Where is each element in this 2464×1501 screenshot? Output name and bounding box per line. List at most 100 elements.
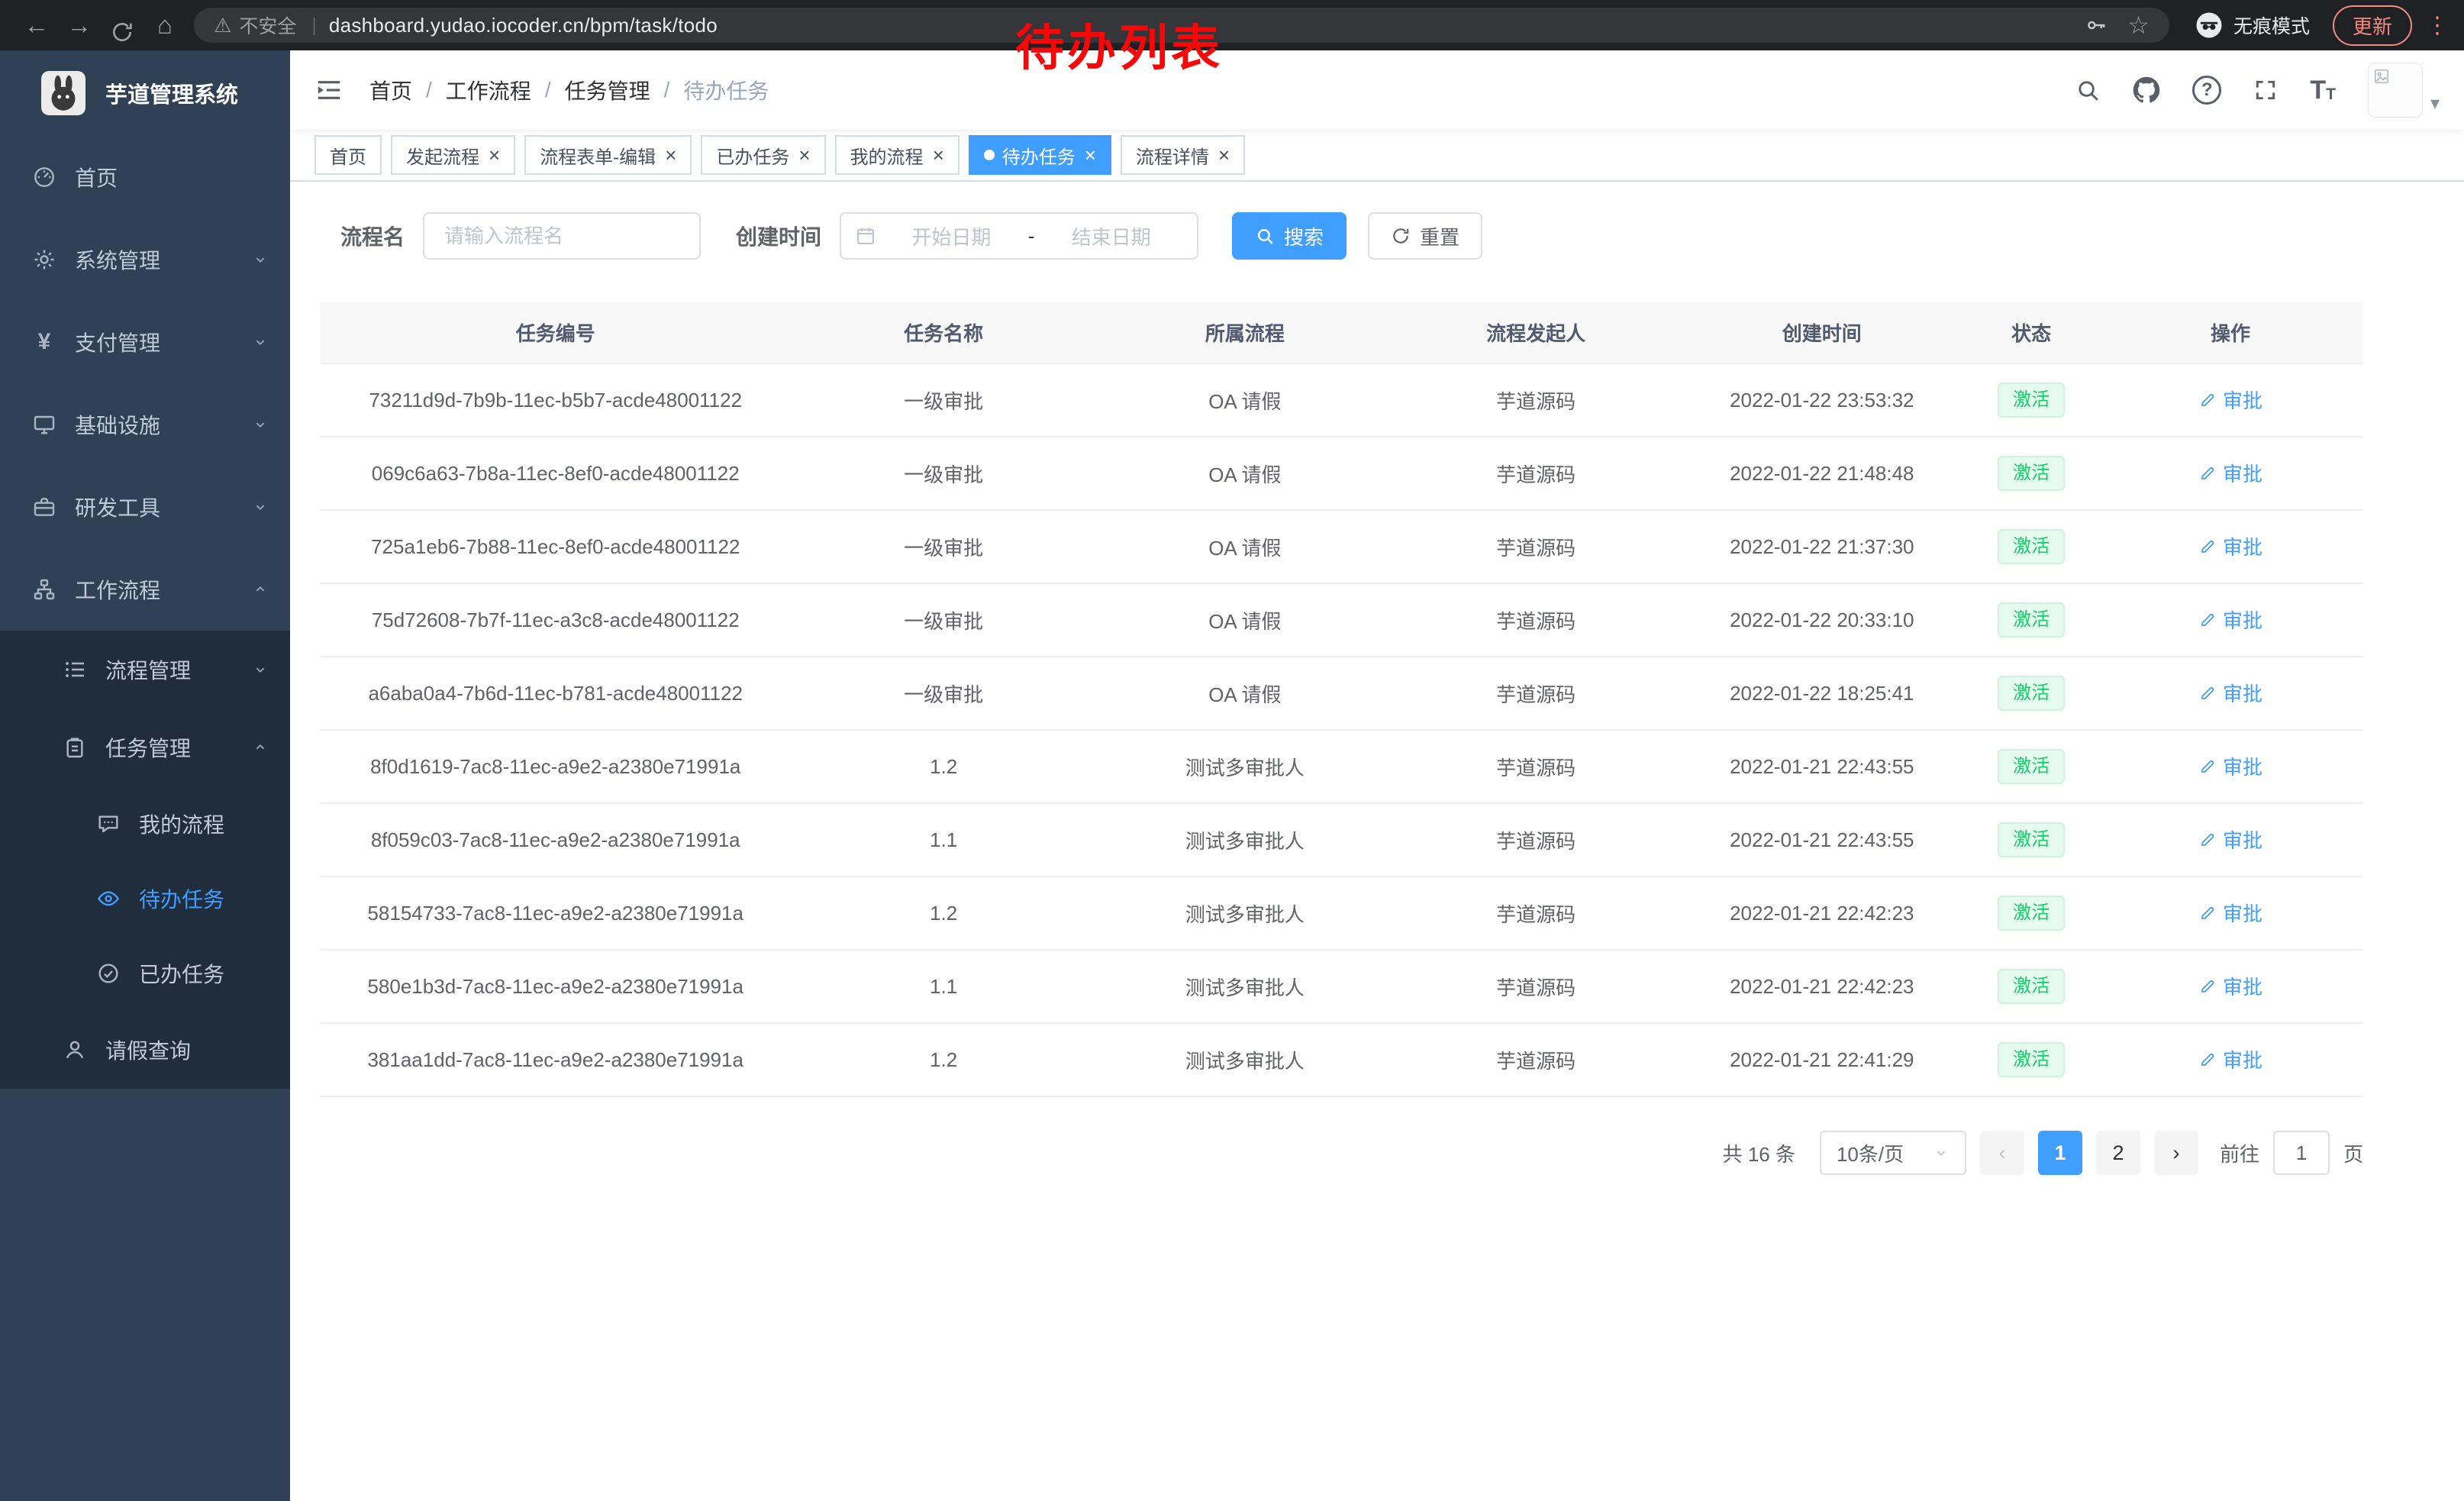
- password-key-icon[interactable]: [2085, 14, 2108, 37]
- tab-home[interactable]: 首页: [314, 135, 382, 175]
- app-root: 芋道管理系统 首页 系统管理: [0, 50, 2464, 1501]
- approve-link[interactable]: 审批: [2198, 752, 2262, 780]
- tab-label: 发起流程: [406, 142, 479, 169]
- sidebar-item-home[interactable]: 首页: [0, 136, 290, 218]
- annotation-overlay: 待办列表: [1015, 9, 1223, 79]
- search-icon[interactable]: [2075, 77, 2101, 103]
- sidebar-item-system[interactable]: 系统管理: [0, 218, 290, 301]
- sidebar-item-infrastructure[interactable]: 基础设施: [0, 383, 290, 466]
- status-badge: 激活: [1998, 456, 2065, 491]
- app-title: 芋道管理系统: [105, 77, 238, 109]
- forward-icon[interactable]: →: [58, 0, 101, 50]
- page-button-2[interactable]: 2: [2096, 1131, 2140, 1175]
- breadcrumb-workflow[interactable]: 工作流程: [446, 75, 531, 105]
- avatar[interactable]: [2368, 63, 2423, 118]
- prev-page-button[interactable]: ‹: [1980, 1131, 2024, 1175]
- goto-page-input[interactable]: [2273, 1131, 2330, 1175]
- tab-process-detail[interactable]: 流程详情 ×: [1121, 135, 1245, 175]
- tab-close-icon[interactable]: ×: [489, 145, 500, 165]
- cell-process: OA 请假: [1097, 363, 1393, 437]
- sidebar-item-devtools[interactable]: 研发工具: [0, 466, 290, 548]
- sidebar-item-todo-tasks[interactable]: 待办任务: [0, 861, 290, 936]
- approve-link[interactable]: 审批: [2198, 825, 2262, 854]
- cell-create-time: 2022-01-21 22:41:29: [1679, 1023, 1966, 1096]
- approve-link[interactable]: 审批: [2198, 679, 2262, 707]
- user-avatar[interactable]: ▾: [2368, 63, 2440, 118]
- sidebar-item-leave-query[interactable]: 请假查询: [0, 1011, 290, 1089]
- cell-status: 激活: [1965, 510, 2098, 583]
- search-button[interactable]: 搜索: [1232, 212, 1346, 260]
- cell-create-time: 2022-01-22 18:25:41: [1679, 657, 1966, 730]
- breadcrumb-task-mgmt[interactable]: 任务管理: [565, 75, 650, 105]
- refresh-icon: [1391, 226, 1411, 246]
- workflow-submenu: 流程管理 任务管理: [0, 631, 290, 1089]
- home-icon[interactable]: ⌂: [144, 0, 186, 50]
- browser-chrome: ← → ⌂ ⚠ 不安全 | dashboard.yudao.iocoder.cn…: [0, 0, 2464, 50]
- cell-starter: 芋道源码: [1393, 1023, 1679, 1096]
- breadcrumb-home[interactable]: 首页: [369, 75, 412, 105]
- tab-close-icon[interactable]: ×: [1085, 145, 1096, 165]
- browser-menu-icon[interactable]: ⋮: [2426, 12, 2449, 39]
- back-icon[interactable]: ←: [15, 0, 58, 50]
- update-button[interactable]: 更新: [2333, 5, 2412, 46]
- reload-icon[interactable]: [101, 7, 144, 44]
- sidebar-toggle-icon[interactable]: [314, 76, 343, 105]
- next-page-button[interactable]: ›: [2154, 1131, 2198, 1175]
- sidebar-item-done-tasks[interactable]: 已办任务: [0, 936, 290, 1011]
- tab-todo-tasks[interactable]: 待办任务 ×: [969, 135, 1111, 175]
- status-badge: 激活: [1998, 602, 2065, 638]
- date-range-picker[interactable]: 开始日期 - 结束日期: [840, 212, 1198, 260]
- bookmark-star-icon[interactable]: ☆: [2127, 11, 2150, 40]
- fullscreen-icon[interactable]: [2253, 78, 2278, 102]
- approve-link[interactable]: 审批: [2198, 386, 2262, 414]
- chevron-down-icon: [252, 251, 269, 268]
- cell-status: 激活: [1965, 583, 2098, 657]
- edit-icon: [2198, 831, 2217, 849]
- approve-link[interactable]: 审批: [2198, 532, 2262, 560]
- url-text[interactable]: dashboard.yudao.iocoder.cn/bpm/task/todo: [329, 14, 718, 37]
- sidebar: 芋道管理系统 首页 系统管理: [0, 50, 290, 1501]
- table-row: 069c6a63-7b8a-11ec-8ef0-acde48001122 一级审…: [321, 437, 2363, 510]
- approve-link[interactable]: 审批: [2198, 605, 2262, 634]
- docs-icon[interactable]: ?: [2192, 76, 2221, 105]
- tab-my-process[interactable]: 我的流程 ×: [835, 135, 959, 175]
- sidebar-item-process-mgmt[interactable]: 流程管理: [0, 631, 290, 709]
- sidebar-item-task-mgmt[interactable]: 任务管理: [0, 709, 290, 786]
- edit-icon: [2198, 611, 2217, 629]
- col-status: 状态: [1965, 302, 2098, 363]
- cell-task-id: 8f0d1619-7ac8-11ec-a9e2-a2380e71991a: [321, 730, 790, 803]
- sidebar-item-my-process[interactable]: 我的流程: [0, 786, 290, 861]
- cell-create-time: 2022-01-22 23:53:32: [1679, 363, 1966, 437]
- cell-create-time: 2022-01-22 21:48:48: [1679, 437, 1966, 510]
- page-size-select[interactable]: 10条/页: [1820, 1131, 1966, 1175]
- github-icon[interactable]: [2133, 76, 2160, 104]
- cell-create-time: 2022-01-22 21:37:30: [1679, 510, 1966, 583]
- sidebar-item-label: 首页: [75, 162, 269, 192]
- approve-link[interactable]: 审批: [2198, 1045, 2262, 1073]
- sidebar-item-label: 研发工具: [75, 492, 235, 522]
- approve-link[interactable]: 审批: [2198, 972, 2262, 1000]
- cell-task-id: 73211d9d-7b9b-11ec-b5b7-acde48001122: [321, 363, 790, 437]
- app-logo[interactable]: 芋道管理系统: [0, 50, 290, 136]
- search-button-icon: [1255, 226, 1275, 246]
- tab-done-tasks[interactable]: 已办任务 ×: [701, 135, 825, 175]
- page-button-1[interactable]: 1: [2038, 1131, 2082, 1175]
- breadcrumb-separator: /: [545, 78, 551, 102]
- font-size-icon[interactable]: TT: [2310, 77, 2336, 103]
- reset-button[interactable]: 重置: [1368, 212, 1482, 260]
- tab-form-edit[interactable]: 流程表单-编辑 ×: [524, 135, 692, 175]
- tab-label: 已办任务: [716, 142, 789, 169]
- approve-link[interactable]: 审批: [2198, 459, 2262, 487]
- process-name-input[interactable]: [423, 212, 701, 260]
- sidebar-item-label: 系统管理: [75, 244, 235, 275]
- sidebar-item-payment[interactable]: ¥ 支付管理: [0, 301, 290, 383]
- security-label[interactable]: 不安全: [239, 11, 296, 39]
- tab-start-process[interactable]: 发起流程 ×: [391, 135, 515, 175]
- sidebar-item-workflow[interactable]: 工作流程: [0, 548, 290, 631]
- tab-close-icon[interactable]: ×: [933, 145, 944, 165]
- tab-close-icon[interactable]: ×: [1218, 145, 1230, 165]
- tab-close-icon[interactable]: ×: [665, 145, 676, 165]
- status-badge: 激活: [1998, 529, 2065, 564]
- approve-link[interactable]: 审批: [2198, 899, 2262, 927]
- tab-close-icon[interactable]: ×: [798, 145, 810, 165]
